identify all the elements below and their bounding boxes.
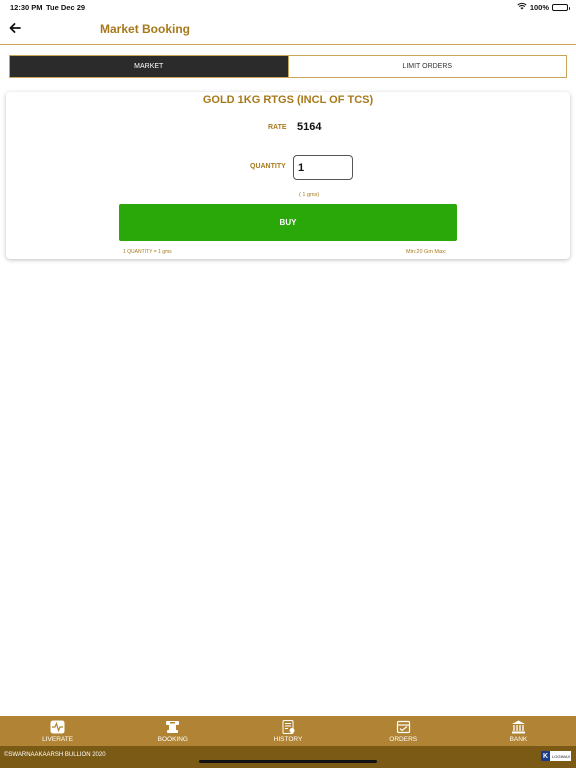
nav-bar: Market Booking [0,14,576,45]
booking-icon [165,720,181,735]
rate-label: RATE [268,124,287,131]
buy-button[interactable]: BUY [119,204,457,241]
quantity-input[interactable] [293,155,353,180]
tab-booking-label: BOOKING [157,735,188,743]
back-button[interactable] [5,21,25,37]
logimax-logo: K LOGIMAX [541,751,571,761]
bottom-tab-bar: LIVERATE BOOKING HISTORY ORDERS BANK [0,716,576,746]
quantity-hint: ( 1 gms) [299,192,320,198]
wifi-icon [517,2,527,12]
battery-percent: 100% [529,2,549,12]
tab-market[interactable]: MARKET [10,56,288,77]
min-max-note: Min:20 Gm Max: [406,249,447,255]
tab-liverate[interactable]: LIVERATE [0,716,115,746]
tab-history-label: HISTORY [273,735,303,743]
tab-limit-orders[interactable]: LIMIT ORDERS [287,56,566,77]
tab-bank[interactable]: BANK [461,716,576,746]
tab-orders[interactable]: ORDERS [346,716,461,746]
pulse-icon [50,720,66,735]
logo-text: LOGIMAX [552,753,571,759]
home-indicator [199,760,377,763]
orders-icon [395,720,411,735]
footer: ©SWARNAAKAARSH BULLION 2020 K LOGIMAX [0,746,576,768]
tab-history[interactable]: HISTORY [230,716,345,746]
status-date: Tue Dec 29 [46,3,86,12]
quantity-conversion-note: 1 QUANTITY = 1 gms [123,249,172,255]
tab-orders-label: ORDERS [389,735,418,743]
page-title: Market Booking [100,22,191,36]
product-card: GOLD 1KG RTGS (INCL OF TCS) RATE 5164 QU… [6,92,570,259]
product-title: GOLD 1KG RTGS (INCL OF TCS) [202,94,374,106]
copyright-text: ©SWARNAAKAARSH BULLION 2020 [4,752,106,758]
status-bar: 12:30 PM Tue Dec 29 100% [0,0,576,14]
tab-bank-label: BANK [509,735,528,743]
status-time: 12:30 PM [10,3,43,12]
back-arrow-icon [9,20,21,38]
tab-liverate-label: LIVERATE [42,735,74,743]
rate-value: 5164 [297,121,322,133]
bank-icon [510,720,526,735]
history-icon [280,720,296,735]
status-right: 100% [517,2,570,12]
tab-booking[interactable]: BOOKING [115,716,230,746]
logo-mark: K [541,751,550,761]
battery-icon [552,3,570,11]
booking-segment-control: MARKET LIMIT ORDERS [9,55,567,78]
quantity-label: QUANTITY [250,163,286,170]
